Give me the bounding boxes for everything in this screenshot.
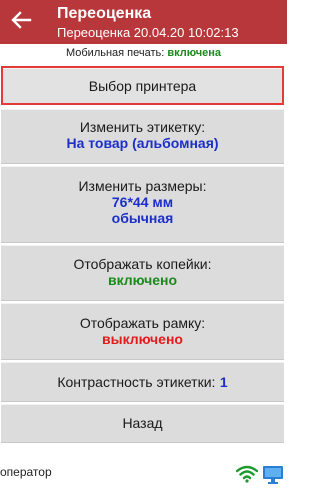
label-contrast-button[interactable]: Контрастность этикетки: 1 bbox=[1, 362, 284, 402]
page-title: Переоценка bbox=[57, 5, 152, 22]
mobile-print-state: включена bbox=[167, 47, 222, 59]
select-printer-label: Выбор принтера bbox=[88, 78, 197, 94]
change-size-value: 76*44 мм bbox=[111, 194, 174, 210]
operator-label: оператор bbox=[0, 465, 52, 479]
show-frame-value: выключено bbox=[102, 331, 183, 347]
show-kopeks-value: включено bbox=[107, 272, 178, 288]
show-frame-label: Отображать рамку: bbox=[79, 315, 206, 331]
mobile-print-status: Мобильная печать: включена bbox=[0, 44, 287, 62]
label-contrast-value: 1 bbox=[219, 374, 228, 390]
show-kopeks-label: Отображать копейки: bbox=[73, 256, 212, 272]
monitor-icon bbox=[262, 465, 284, 485]
change-label-value: На товар (альбомная) bbox=[66, 135, 219, 151]
change-label-label: Изменить этикетку: bbox=[79, 119, 206, 135]
app-header: Переоценка Переоценка 20.04.20 10:02:13 bbox=[0, 0, 287, 44]
wifi-icon bbox=[235, 465, 259, 483]
show-frame-button[interactable]: Отображать рамку: выключено bbox=[1, 303, 284, 360]
status-footer: оператор bbox=[0, 449, 287, 493]
show-kopeks-button[interactable]: Отображать копейки: включено bbox=[1, 245, 284, 301]
back-arrow-icon[interactable] bbox=[10, 9, 32, 31]
back-button-label: Назад bbox=[122, 415, 163, 431]
change-label-button[interactable]: Изменить этикетку: На товар (альбомная) bbox=[1, 109, 284, 164]
back-button[interactable]: Назад bbox=[1, 404, 284, 443]
change-size-label: Изменить размеры: bbox=[78, 178, 207, 194]
label-contrast-label: Контрастность этикетки: bbox=[57, 374, 216, 390]
mobile-print-label: Мобильная печать: bbox=[65, 47, 165, 59]
change-size-button[interactable]: Изменить размеры: 76*44 мм обычная bbox=[1, 166, 284, 243]
select-printer-button[interactable]: Выбор принтера bbox=[1, 66, 284, 105]
page-subtitle: Переоценка 20.04.20 10:02:13 bbox=[57, 25, 239, 40]
change-size-type: обычная bbox=[111, 210, 174, 226]
